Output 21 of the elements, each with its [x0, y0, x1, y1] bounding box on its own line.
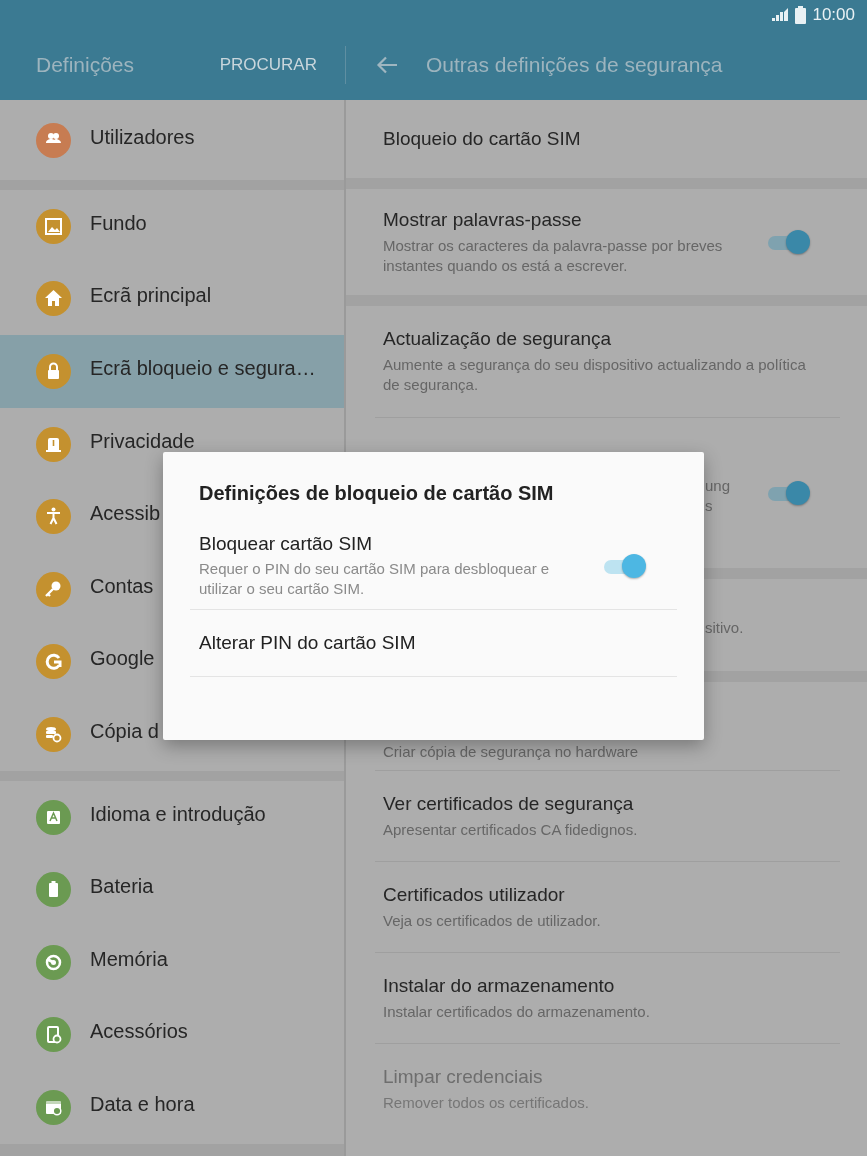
item-title: Bloquear cartão SIM: [199, 533, 374, 555]
item-description: Instalar certificados do armazenamento.: [383, 1001, 651, 1022]
item-description: Requer o PIN do seu cartão SIM para desbloquear e utilizar o seu cartão SIM.: [199, 559, 551, 599]
app-title: Definições: [36, 53, 135, 77]
page-title: Outras definições de segurança: [426, 53, 723, 77]
item-description: Mostrar os caracteres da palavra-passe por breves instantes quando os está a escrever.: [383, 235, 724, 276]
item-title: Mostrar palavras-passe: [383, 208, 583, 231]
item-description: Apresentar certificados CA fidedignos.: [383, 819, 639, 840]
item-description: Aumente a segurança do seu dispositivo actualizando a política de segurança.: [383, 355, 807, 395]
item-title: Ver certificados de segurança: [383, 792, 635, 815]
item-description: ung s: [705, 475, 731, 516]
status-time: 10:00: [812, 5, 855, 25]
dialog-title: Definições de bloqueio de cartão SIM: [198, 482, 555, 505]
item-title: Alterar PIN do cartão SIM: [199, 632, 417, 654]
item-description: Criar cópia de segurança no hardware: [383, 742, 640, 762]
item-title: Actualização de segurança: [383, 328, 613, 350]
item-title: Limpar credenciais: [383, 1065, 544, 1088]
item-title: Bloqueio do cartão SIM: [383, 128, 582, 150]
item-title: Instalar do armazenamento: [383, 974, 616, 997]
item-title: Certificados utilizador: [383, 883, 566, 906]
item-description: Veja os certificados de utilizador.: [383, 910, 602, 931]
